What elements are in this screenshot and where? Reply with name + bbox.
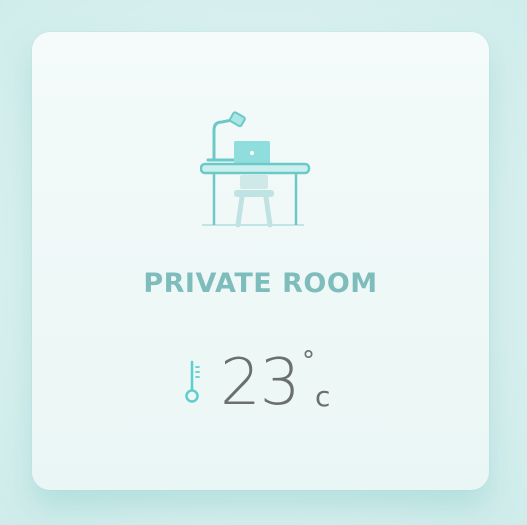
desk-illustration-icon bbox=[200, 111, 311, 228]
thermometer-icon bbox=[185, 360, 200, 403]
degree-symbol: ° bbox=[302, 346, 315, 376]
temperature-unit: c bbox=[315, 380, 331, 413]
room-title: PRIVATE ROOM bbox=[143, 268, 378, 299]
room-card[interactable]: PRIVATE ROOM 23 ° c bbox=[32, 32, 489, 490]
temperature-value: 23 bbox=[220, 346, 300, 420]
